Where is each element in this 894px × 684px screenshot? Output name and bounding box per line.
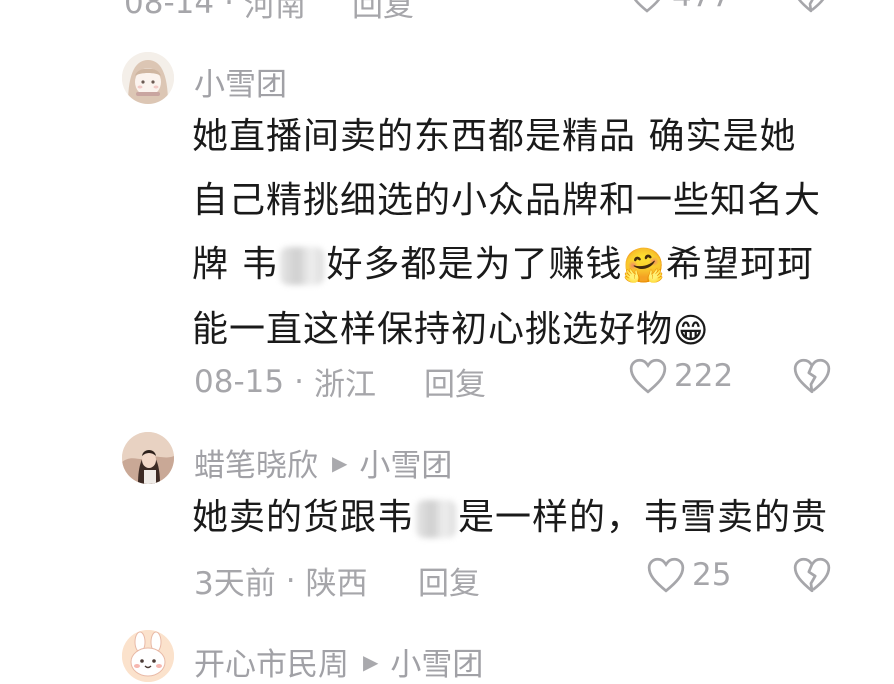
comment-author[interactable]: 蜡笔晓欣 ▶ 小雪团 xyxy=(194,440,452,485)
comment-text-segment: 她卖的货跟韦 xyxy=(192,497,415,538)
author-name[interactable]: 开心市民周 xyxy=(194,639,349,684)
heart-outline-icon xyxy=(647,557,685,593)
avatar-bunny-icon xyxy=(122,630,174,682)
like-button[interactable]: 477 xyxy=(628,0,731,14)
comment-text-segment: 牌 韦 xyxy=(192,244,279,285)
broken-heart-icon xyxy=(797,0,825,13)
broken-heart-icon xyxy=(793,557,831,593)
meta-separator: · xyxy=(224,0,234,20)
reply-to-name[interactable]: 小雪团 xyxy=(390,639,483,684)
broken-heart-icon xyxy=(793,358,831,394)
comment-meta: 3天前 · 陕西 xyxy=(194,558,368,603)
reply-button[interactable]: 回复 xyxy=(424,359,486,404)
comment-location: 浙江 xyxy=(313,367,376,403)
comment-location: 陕西 xyxy=(305,566,368,602)
meta-separator: · xyxy=(285,562,296,599)
comment-meta: 08-14 · 河南 xyxy=(124,0,306,20)
like-button[interactable]: 222 xyxy=(628,357,733,395)
comment-line: 她卖的货跟韦 是一样的，韦雪卖的贵 xyxy=(192,486,828,550)
comment-date: 08-14 xyxy=(124,0,215,20)
comment-partial-top: 08-14 · 河南 回复 477 xyxy=(0,0,894,20)
avatar-photo-icon xyxy=(122,432,174,484)
avatar[interactable] xyxy=(122,52,174,104)
redacted-mosaic xyxy=(416,500,457,538)
like-count: 25 xyxy=(692,557,732,593)
like-count: 477 xyxy=(672,0,731,14)
dislike-button[interactable] xyxy=(792,357,832,399)
author-name[interactable]: 蜡笔晓欣 xyxy=(194,440,318,485)
triangle-right-icon: ▶ xyxy=(332,450,348,475)
comment-line: 能一直这样保持初心挑选好物😁 xyxy=(192,298,821,363)
heart-outline-icon xyxy=(633,0,661,13)
grinning-face-emoji: 😁 xyxy=(673,311,710,351)
comment-date: 3天前 xyxy=(194,566,276,602)
avatar[interactable] xyxy=(122,432,174,484)
reply-button[interactable]: 回复 xyxy=(418,558,480,603)
comment-text: 她直播间卖的东西都是精品 确实是她 自己精挑细选的小众品牌和一些知名大 牌 韦 好… xyxy=(192,105,821,363)
like-count: 222 xyxy=(674,358,734,394)
comment-text: 她卖的货跟韦 是一样的，韦雪卖的贵 xyxy=(192,486,828,550)
redacted-mosaic xyxy=(280,247,325,285)
comment-text-segment: 好多都是为了赚钱 xyxy=(326,244,623,285)
comment-author[interactable]: 小雪团 xyxy=(194,59,287,104)
comment-line: 她直播间卖的东西都是精品 确实是她 xyxy=(192,116,797,157)
avatar-girl-icon xyxy=(122,52,174,104)
comment-text-segment: 是一样的，韦雪卖的贵 xyxy=(458,497,829,538)
comment-text-segment: 能一直这样保持初心挑选好物 xyxy=(192,309,674,350)
comment-date: 08-15 xyxy=(194,363,285,400)
dislike-button[interactable] xyxy=(792,556,832,598)
heart-outline-icon xyxy=(629,358,667,394)
dislike-button[interactable] xyxy=(792,0,830,18)
avatar[interactable] xyxy=(122,630,174,682)
comment-text-segment: 希望珂珂 xyxy=(665,244,814,285)
triangle-right-icon: ▶ xyxy=(363,649,379,674)
like-button[interactable]: 25 xyxy=(646,556,731,594)
comment-meta: 08-15 · 浙江 xyxy=(194,359,376,404)
reply-button[interactable]: 回复 xyxy=(352,0,414,20)
comment-line: 自己精挑细选的小众品牌和一些知名大 xyxy=(192,180,822,221)
comment-location: 河南 xyxy=(243,0,306,20)
hugging-face-emoji: 🤗 xyxy=(622,246,666,286)
comment-line: 牌 韦 好多都是为了赚钱🤗希望珂珂 xyxy=(192,233,821,298)
meta-separator: · xyxy=(294,363,304,400)
reply-to-name[interactable]: 小雪团 xyxy=(359,440,452,485)
author-name[interactable]: 小雪团 xyxy=(194,59,287,104)
comment-author[interactable]: 开心市民周 ▶ 小雪团 xyxy=(194,639,483,684)
